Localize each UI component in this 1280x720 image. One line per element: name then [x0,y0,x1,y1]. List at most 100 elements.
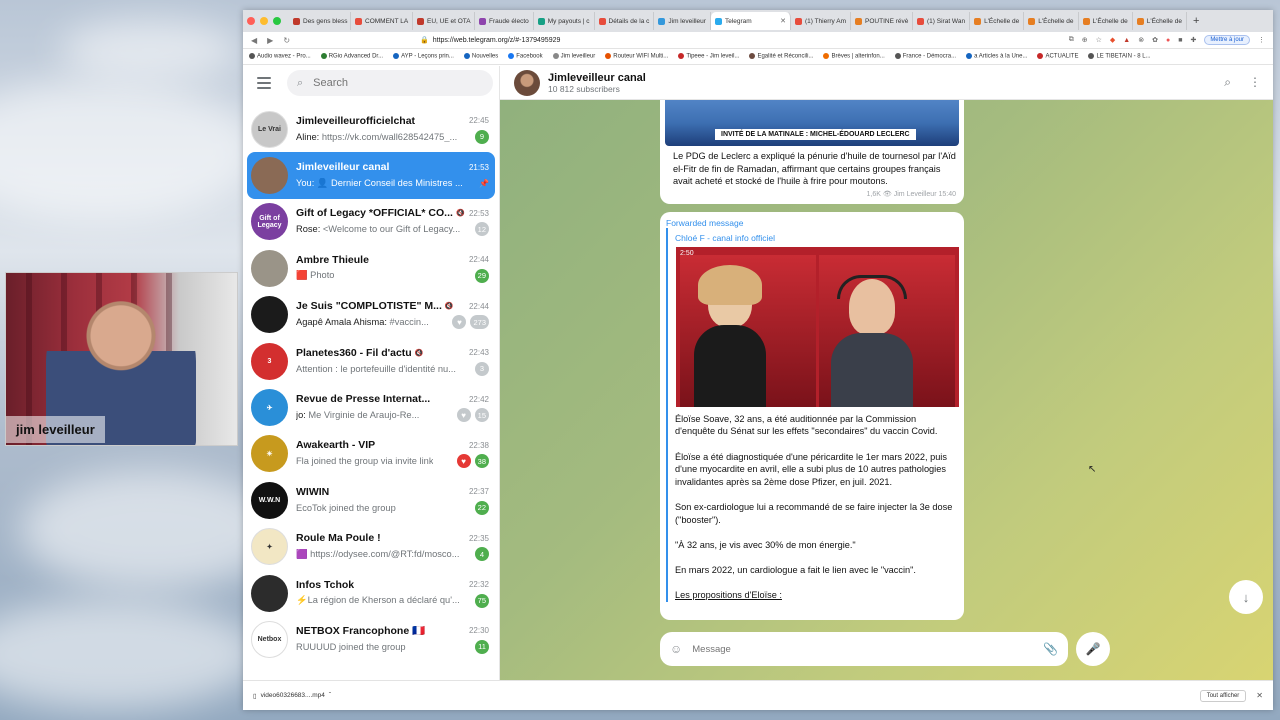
file-icon: ▯ [253,692,257,700]
unread-badge: 38 [474,454,489,469]
bookmark-item[interactable]: Tipeee - Jim leveil... [678,53,739,60]
bookmark-item[interactable]: Brèves | alterinfon... [823,53,885,60]
minimize-window-button[interactable] [260,17,268,25]
new-tab-icon[interactable]: + [1193,15,1199,27]
message-input[interactable] [692,643,1044,655]
toolbar: ◀ ▶ ↻ 🔒 https://web.telegram.org/z/#-137… [243,32,1273,49]
browser-tab[interactable]: COMMENT LA [351,12,413,30]
chat-avatar: 3 [251,342,288,380]
bookmark-item[interactable]: Jim leveilleur [552,53,595,60]
chat-item[interactable]: 3 Planetes360 - Fil d'actu 🔇 22:43 Attention… [247,338,495,384]
browser-tab[interactable]: (1) Sirat Wan [913,12,971,30]
bookmarks-bar: Audio wavez - Pro... RGio Advanced Dr... A… [243,49,1273,65]
browser-tab[interactable]: L'Échelle de [970,12,1025,30]
browser-tab[interactable]: Des gens bless [289,12,351,30]
bookmark-icon [605,53,612,60]
emoji-icon[interactable]: ☺ [670,642,682,656]
webcam-name: jim leveilleur [6,416,105,443]
channel-avatar[interactable] [514,69,540,96]
bookmark-item[interactable]: Nouvelles [463,53,498,60]
chat-item[interactable]: Jimleveilleur canal 21:53 You: 👤 Dernier C… [247,152,495,199]
chat-item[interactable]: Ambre Thieule 22:44 🟥 Photo 29 [247,245,495,291]
chat-title: Je Suis "COMPLOTISTE" M... [296,300,442,313]
microphone-button[interactable]: 🎤 [1076,632,1110,666]
bookmark-item[interactable]: Audio wavez - Pro... [249,53,311,60]
bookmark-item[interactable]: a Articles à la Une... [966,53,1027,60]
bookmark-item[interactable]: Facebook [508,53,543,60]
video-thumbnail[interactable]: 2:50 [676,246,959,407]
close-window-button[interactable] [247,17,255,25]
heart-icon: ♥ [456,408,471,423]
download-item[interactable]: ▯ video60326683....mp4 ˆ [253,692,331,700]
extension-icon[interactable]: ⊗ [1138,36,1144,44]
browser-tab[interactable]: POUTINE révè [851,12,914,30]
chevron-up-icon[interactable]: ˆ [329,692,331,699]
close-icon[interactable]: ✕ [1256,691,1263,700]
browser-tab[interactable]: Telegram ✕ [710,12,791,30]
browser-tab[interactable]: My payouts | c [534,12,595,30]
back-icon[interactable]: ◀ [251,36,257,45]
chat-item[interactable]: Infos Tchok 22:32 ⚡La région de Kherson a … [247,570,495,616]
chat-item[interactable]: Le Vrai Jimleveilleurofficielchat 22:45 Ali… [247,106,495,152]
conversation-panel: Jimleveilleur canal 10 812 subscribers ⌕… [500,66,1273,680]
maximize-window-button[interactable] [273,17,281,25]
extension-icon[interactable]: ▲ [1123,37,1130,44]
browser-tab[interactable]: Jim leveilleur [654,12,711,30]
forwarded-from[interactable]: Chloé F - canal info officiel [668,228,964,243]
bookmark-item[interactable]: RGio Advanced Dr... [320,53,383,60]
chat-item[interactable]: ☀ Awakearth - VIP 22:38 Fla joined the grou… [247,431,495,477]
tab-label: L'Échelle de [1038,17,1074,25]
bookmark-item[interactable]: ACTUALITE [1037,53,1078,60]
browser-tab[interactable]: L'Échelle de [1079,12,1133,30]
bookmark-item[interactable]: Egalité et Réconcili... [749,53,813,60]
channel-header[interactable]: Jimleveilleur canal 10 812 subscribers ⌕… [500,66,1273,100]
chat-item[interactable]: Netbox NETBOX Francophone 🇫🇷 22:30 RUUUUD j… [247,616,495,662]
search-icon[interactable]: ⌕ [1224,75,1231,90]
chat-time: 22:32 [468,580,489,590]
bookmark-item[interactable]: AYP - Leçons prin... [393,53,454,60]
chat-item[interactable]: Gift of Legacy Gift of Legacy *OFFICIAL* … [247,199,495,245]
forwarded-message[interactable]: Forwarded message Chloé F - canal info o… [660,211,964,621]
extension-icon[interactable]: ✿ [1152,36,1158,44]
bookmark-icon [552,53,559,60]
chat-item[interactable]: ✈ Revue de Presse Internat... 22:42 jo: Me … [247,384,495,430]
browser-tab[interactable]: (1) Thierry Am [791,12,852,30]
forward-icon[interactable]: ▶ [267,36,273,45]
browser-tab[interactable]: L'Échelle de [1024,12,1079,30]
extension-icon[interactable]: ■ [1178,37,1182,44]
search-box[interactable]: ⌕ [287,70,493,96]
reload-icon[interactable]: ↻ [283,36,290,45]
browser-tab[interactable]: Détails de la c [595,12,655,30]
bookmark-item[interactable]: Routeur WIFI Multi... [605,53,668,60]
message-image[interactable]: INVITÉ DE LA MATINALE : MICHEL-ÉDOUARD L… [665,100,959,146]
chat-item[interactable]: W.W.N WIWIN 22:37 EcoTok joined the group 22 [247,477,495,523]
bookmark-item[interactable]: LE TIBETAIN - 8 L... [1088,53,1151,60]
extension-icon[interactable]: ● [1166,37,1170,44]
search-input[interactable] [313,77,464,89]
chat-preview: Fla joined the group via invite link [296,456,433,466]
message[interactable]: INVITÉ DE LA MATINALE : MICHEL-ÉDOUARD L… [660,100,964,204]
browser-tab[interactable]: EU, UE et OTA [413,12,475,30]
update-button[interactable]: Mettre à jour [1204,35,1250,45]
chat-title: Awakearth - VIP [296,439,376,452]
show-all-button[interactable]: Tout afficher [1199,689,1247,702]
star-icon[interactable]: ☆ [1096,36,1102,44]
chat-item[interactable]: ✦ Roule Ma Poule ! 22:35 🟪 https://odysee.c… [247,524,495,570]
attach-icon[interactable]: 📎 [1043,642,1058,656]
scroll-down-button[interactable]: ↓ [1229,580,1263,614]
extension-icon[interactable]: ⧉ [1069,36,1074,44]
extension-icon[interactable]: ◆ [1110,36,1115,44]
menu-icon[interactable] [257,77,271,89]
address-bar[interactable]: 🔒 https://web.telegram.org/z/#-137949592… [420,36,560,45]
favicon-icon [1136,17,1144,25]
chat-time: 22:45 [468,116,489,126]
bookmark-item[interactable]: France - Démocra... [894,53,956,60]
chat-item[interactable]: Je Suis "COMPLOTISTE" M... 🔇 22:44 Agapê Am… [247,292,495,338]
browser-tab[interactable]: Fraude électo [475,12,534,30]
puzzle-icon[interactable]: ✚ [1190,36,1196,44]
menu-icon[interactable]: ⋮ [1258,36,1265,44]
zoom-icon[interactable]: ⊕ [1082,36,1088,44]
browser-tab[interactable]: L'Échelle de [1133,12,1187,30]
close-tab-icon[interactable]: ✕ [780,17,786,25]
more-icon[interactable]: ⋮ [1249,75,1261,90]
